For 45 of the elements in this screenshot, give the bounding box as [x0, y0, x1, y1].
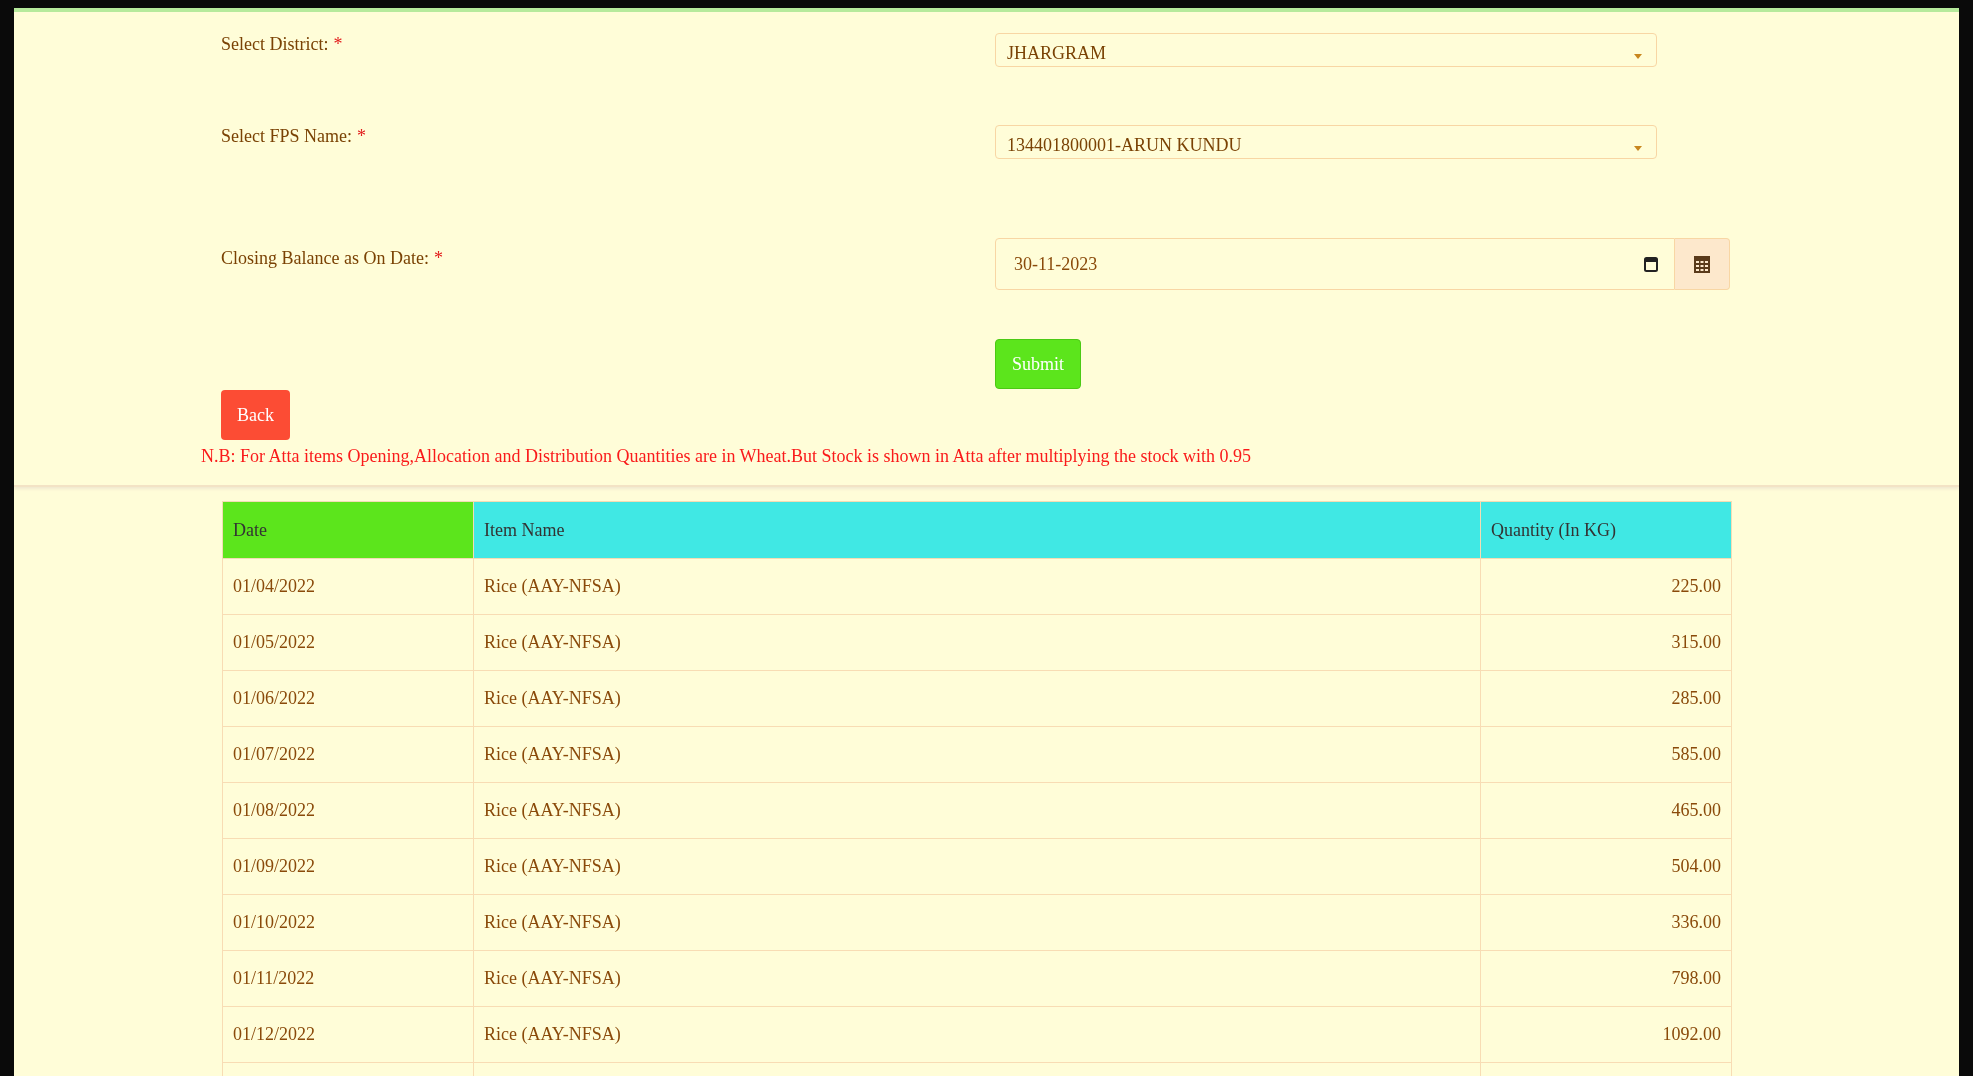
table-cell: 01/04/2022	[222, 558, 474, 615]
calendar-icon	[1693, 254, 1711, 274]
select-field[interactable]: JHARGRAM	[995, 33, 1657, 67]
table-cell: 01/10/2022	[222, 894, 474, 951]
field-label: Select District:	[221, 34, 329, 54]
table-cell: Rice (AAY-NFSA)	[473, 670, 1481, 727]
column-header: Quantity (In KG)	[1480, 501, 1732, 559]
table-cell: 01/11/2022	[222, 950, 474, 1007]
table-cell: Rice (AAY-NFSA)	[473, 950, 1481, 1007]
caret-icon	[1634, 146, 1642, 151]
table-cell: 585.00	[1480, 726, 1732, 783]
table-cell: 01/09/2022	[222, 838, 474, 895]
table-cell: 285.00	[1480, 670, 1732, 727]
field-label: Select FPS Name:	[221, 126, 352, 146]
table-cell: 465.00	[1480, 782, 1732, 839]
table-cell: Rice (AAY-NFSA)	[473, 782, 1481, 839]
table-cell: 504.00	[1480, 838, 1732, 895]
required-mark: *	[433, 248, 443, 268]
table-cell: 315.00	[1480, 614, 1732, 671]
required-mark: *	[333, 34, 343, 54]
table-cell: Rice (AAY-NFSA)	[473, 1006, 1481, 1063]
table-cell: 225.00	[1480, 558, 1732, 615]
note-text: N.B: For Atta items Opening,Allocation and Distribution Quantities are in Wheat.But Stock is shown in Atta after multiplying the stock with 0.95	[200, 446, 1253, 467]
column-header: Date	[222, 501, 474, 559]
table-cell: Rice (AAY-NFSA)	[473, 894, 1481, 951]
calendar-icon[interactable]	[1644, 256, 1658, 272]
column-header: Item Name	[473, 501, 1481, 559]
select-field[interactable]: 134401800001-ARUN KUNDU	[995, 125, 1657, 159]
table-cell: 1092.00	[1480, 1006, 1732, 1063]
caret-icon	[1634, 54, 1642, 59]
table-cell: 01/06/2022	[222, 670, 474, 727]
field-label: Closing Balance as On Date:	[221, 248, 429, 268]
table-cell: Rice (AAY-NFSA)	[473, 726, 1481, 783]
table-cell: Rice (AAY-NFSA)	[473, 838, 1481, 895]
calendar-button[interactable]	[1675, 238, 1730, 290]
table-cell: 01/07/2022	[222, 726, 474, 783]
table-cell: 336.00	[1480, 894, 1732, 951]
date-field[interactable]: 30-11-2023	[995, 238, 1675, 290]
table-cell: 798.00	[1480, 950, 1732, 1007]
table-cell: 01/05/2022	[222, 614, 474, 671]
table-cell: Rice (AAY-NFSA)	[473, 614, 1481, 671]
required-mark: *	[357, 126, 366, 146]
table-cell: 01/12/2022	[222, 1006, 474, 1063]
table-cell: Rice (AAY-NFSA)	[473, 558, 1481, 615]
table-cell: 01/08/2022	[222, 782, 474, 839]
